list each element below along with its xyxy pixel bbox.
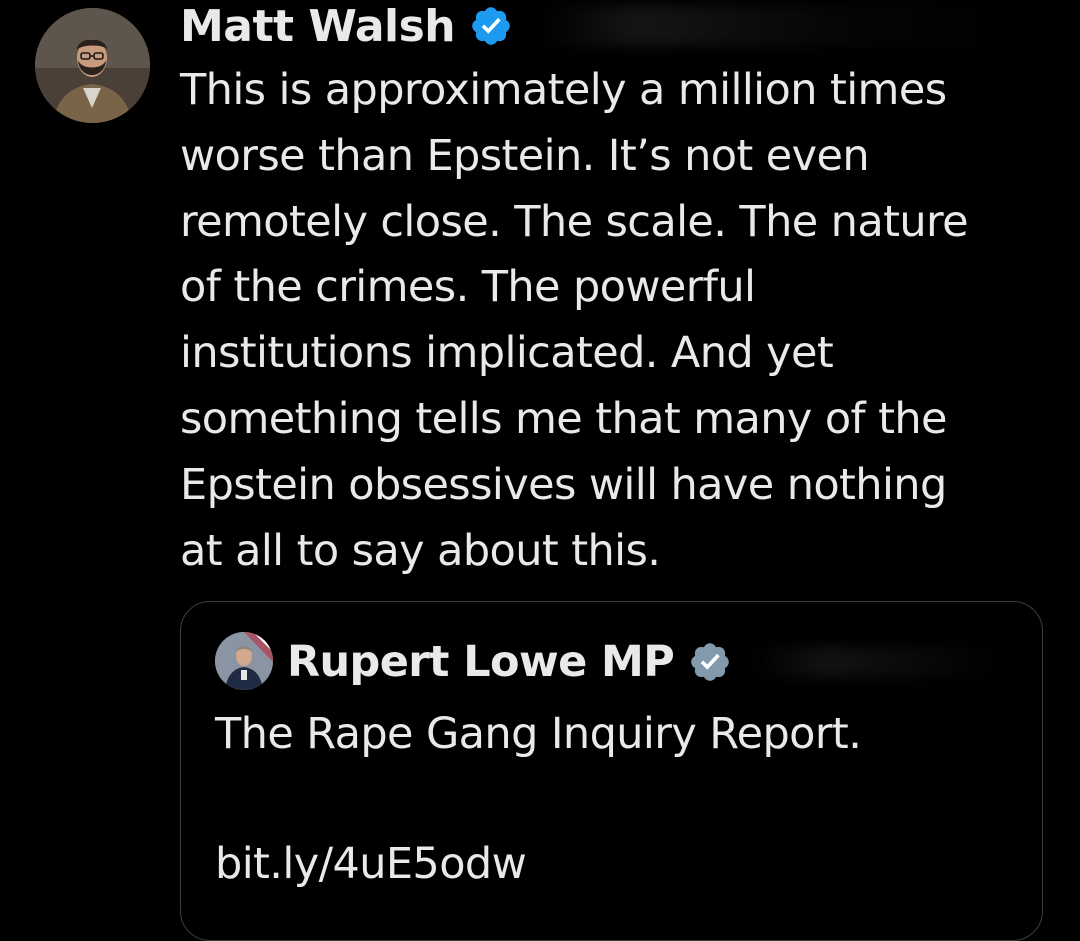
author-name[interactable]: Matt Walsh [180, 1, 456, 52]
tweet-text: This is approximately a million times wo… [180, 65, 969, 576]
verified-badge-icon[interactable] [469, 4, 513, 48]
quoted-author-avatar-image [215, 632, 273, 690]
quoted-author-name[interactable]: Rupert Lowe MP [287, 637, 675, 687]
quoted-tweet-link[interactable]: bit.ly/4uE5odw [215, 832, 527, 897]
author-avatar-image [35, 8, 150, 123]
quoted-tweet-card[interactable]: Rupert Lowe MP The Rape Gang Inquiry Rep… [180, 601, 1043, 941]
quoted-tweet-text: The Rape Gang Inquiry Report. [215, 709, 862, 759]
quoted-redacted-handle [752, 647, 1003, 677]
verified-badge-gray-icon[interactable] [688, 640, 732, 684]
tweet[interactable]: Matt Walsh This is approximately a milli… [0, 0, 1080, 941]
redacted-handle [541, 6, 1022, 46]
quoted-tweet-header: Rupert Lowe MP [287, 632, 1003, 692]
author-avatar[interactable] [35, 8, 150, 123]
tweet-header: Matt Walsh [180, 0, 1022, 54]
quoted-author-avatar[interactable] [215, 632, 273, 690]
